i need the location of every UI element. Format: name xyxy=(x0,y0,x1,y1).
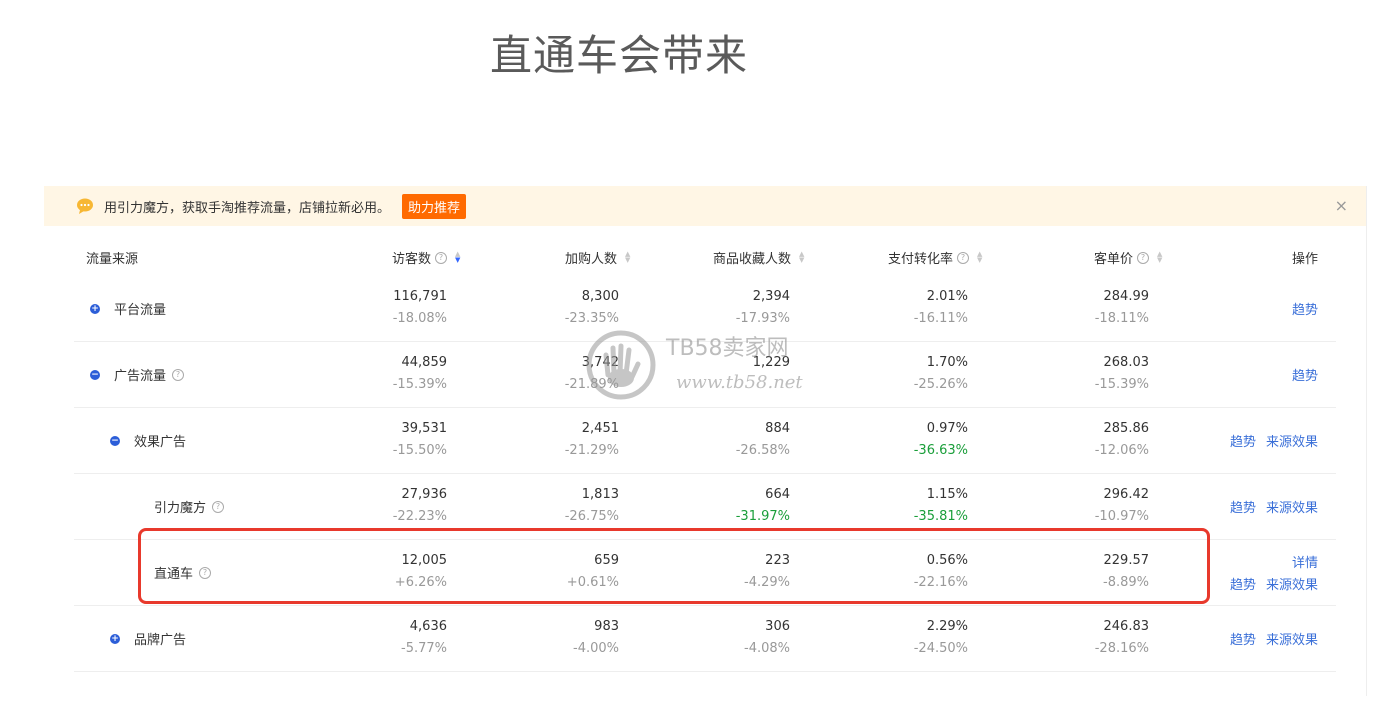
row-source[interactable]: − 广告流量? xyxy=(90,365,185,384)
table-row: − 效果广告 39,531 -15.50% 2,451 -21.29% 884 -26.… xyxy=(74,408,1336,474)
collapse-minus-icon[interactable]: − xyxy=(90,369,100,380)
trend-link[interactable]: 趋势 xyxy=(1230,633,1256,648)
help-icon[interactable]: ? xyxy=(435,251,448,264)
conv-change: -16.11% xyxy=(913,311,968,326)
visitors-value: 39,531 xyxy=(401,421,448,436)
col-visitors[interactable]: 访客数? ▲ ▼ xyxy=(392,248,460,267)
help-icon[interactable]: ? xyxy=(212,500,225,513)
help-icon[interactable]: ? xyxy=(957,251,970,264)
fav-change: -17.93% xyxy=(735,311,790,326)
cart-value: 1,813 xyxy=(581,487,619,502)
source-effect-link[interactable]: 来源效果 xyxy=(1266,501,1318,516)
col-conversion[interactable]: 支付转化率? ▲ ▼ xyxy=(888,248,982,267)
visitors-value: 4,636 xyxy=(409,619,447,634)
source-effect-link[interactable]: 来源效果 xyxy=(1266,435,1318,450)
price-value: 246.83 xyxy=(1103,619,1150,634)
visitors-value: 44,859 xyxy=(401,355,448,370)
sort-icon[interactable]: ▲ ▼ xyxy=(625,250,630,264)
page-heading: 直通车会带来 xyxy=(490,31,749,80)
conv-change: -35.81% xyxy=(913,509,968,524)
fav-value: 2,394 xyxy=(752,289,790,304)
price-value: 268.03 xyxy=(1103,355,1150,370)
collapse-minus-icon[interactable]: − xyxy=(110,435,120,446)
trend-link[interactable]: 趋势 xyxy=(1230,501,1256,516)
visitors-change: -15.50% xyxy=(392,443,447,458)
watermark: TB58卖家网 www.tb58.net xyxy=(586,330,826,400)
watermark-url: www.tb58.net xyxy=(676,372,803,393)
visitors-change: -5.77% xyxy=(401,641,447,656)
conv-value: 1.70% xyxy=(926,355,968,370)
table-row: + 品牌广告 4,636 -5.77% 983 -4.00% 306 -4.08% 2.… xyxy=(74,606,1336,672)
fav-value: 884 xyxy=(765,421,790,436)
fav-change: -31.97% xyxy=(735,509,790,524)
boost-recommend-button[interactable]: 助力推荐 xyxy=(402,193,467,219)
col-favorites[interactable]: 商品收藏人数 ▲ ▼ xyxy=(713,248,804,267)
expand-plus-icon[interactable]: + xyxy=(110,633,120,644)
cart-value: 983 xyxy=(594,619,619,634)
conv-value: 2.01% xyxy=(926,289,968,304)
price-change: -12.06% xyxy=(1094,443,1149,458)
row-source[interactable]: 引力魔方? xyxy=(154,497,225,516)
fav-value: 664 xyxy=(765,487,790,502)
source-effect-link[interactable]: 来源效果 xyxy=(1266,633,1318,648)
sort-icon[interactable]: ▲ ▼ xyxy=(455,250,460,264)
price-value: 284.99 xyxy=(1103,289,1150,304)
cart-change: -4.00% xyxy=(573,641,619,656)
fav-value: 306 xyxy=(765,619,790,634)
trend-link[interactable]: 趋势 xyxy=(1292,369,1318,384)
fav-change: -26.58% xyxy=(735,443,790,458)
col-source: 流量来源 xyxy=(86,252,139,267)
cart-change: -21.29% xyxy=(564,443,619,458)
traffic-source-panel: 用引力魔方，获取手淘推荐流量，店铺拉新必用。 助力推荐 × 流量来源 访客数? ▲… xyxy=(44,186,1367,696)
col-ops: 操作 xyxy=(1292,252,1319,267)
detail-link[interactable]: 详情 xyxy=(1292,556,1318,571)
notice-text: 用引力魔方，获取手淘推荐流量，店铺拉新必用。 xyxy=(104,200,391,216)
trend-link[interactable]: 趋势 xyxy=(1230,435,1256,450)
watermark-title: TB58卖家网 xyxy=(666,336,789,361)
trend-link[interactable]: 趋势 xyxy=(1230,578,1256,593)
close-icon[interactable]: × xyxy=(1335,196,1348,215)
price-value: 285.86 xyxy=(1103,421,1150,436)
cart-value: 2,451 xyxy=(581,421,619,436)
visitors-change: -22.23% xyxy=(392,509,447,524)
cart-change: -26.75% xyxy=(564,509,619,524)
price-value: 296.42 xyxy=(1103,487,1150,502)
sort-icon[interactable]: ▲ ▼ xyxy=(1157,250,1162,264)
row-source[interactable]: − 效果广告 xyxy=(110,431,186,450)
help-icon[interactable]: ? xyxy=(172,368,185,381)
conv-change: -24.50% xyxy=(913,641,968,656)
fav-change: -4.08% xyxy=(744,641,790,656)
conv-change: -25.26% xyxy=(913,377,968,392)
conv-change: -36.63% xyxy=(913,443,968,458)
help-icon[interactable]: ? xyxy=(1137,251,1150,264)
visitors-change: -18.08% xyxy=(392,311,447,326)
promo-notice: 用引力魔方，获取手淘推荐流量，店铺拉新必用。 助力推荐 × xyxy=(44,186,1366,226)
col-cart[interactable]: 加购人数 ▲ ▼ xyxy=(565,248,630,267)
chat-bubble-icon xyxy=(76,198,94,214)
price-change: -10.97% xyxy=(1094,509,1149,524)
row-source[interactable]: + 平台流量 xyxy=(90,299,166,318)
price-change: -28.16% xyxy=(1094,641,1149,656)
hand-logo-icon xyxy=(586,330,656,400)
sort-icon[interactable]: ▲ ▼ xyxy=(799,250,804,264)
expand-plus-icon[interactable]: + xyxy=(90,303,100,314)
col-price[interactable]: 客单价? ▲ ▼ xyxy=(1094,248,1162,267)
table-header: 流量来源 访客数? ▲ ▼ 加购人数 ▲ ▼ 商品收藏人数 ▲ ▼ 支付转化率? ▲ ▼ 客单价… xyxy=(44,234,1366,280)
visitors-value: 116,791 xyxy=(393,289,447,304)
cart-value: 8,300 xyxy=(581,289,619,304)
highlight-box xyxy=(138,528,1210,604)
conv-value: 2.29% xyxy=(926,619,968,634)
conv-value: 1.15% xyxy=(926,487,968,502)
price-change: -15.39% xyxy=(1094,377,1149,392)
sort-icon[interactable]: ▲ ▼ xyxy=(977,250,982,264)
source-effect-link[interactable]: 来源效果 xyxy=(1266,578,1318,593)
trend-link[interactable]: 趋势 xyxy=(1292,303,1318,318)
conv-value: 0.97% xyxy=(926,421,968,436)
row-source[interactable]: + 品牌广告 xyxy=(110,629,186,648)
visitors-value: 27,936 xyxy=(401,487,448,502)
price-change: -18.11% xyxy=(1094,311,1149,326)
cart-change: -23.35% xyxy=(564,311,619,326)
visitors-change: -15.39% xyxy=(392,377,447,392)
